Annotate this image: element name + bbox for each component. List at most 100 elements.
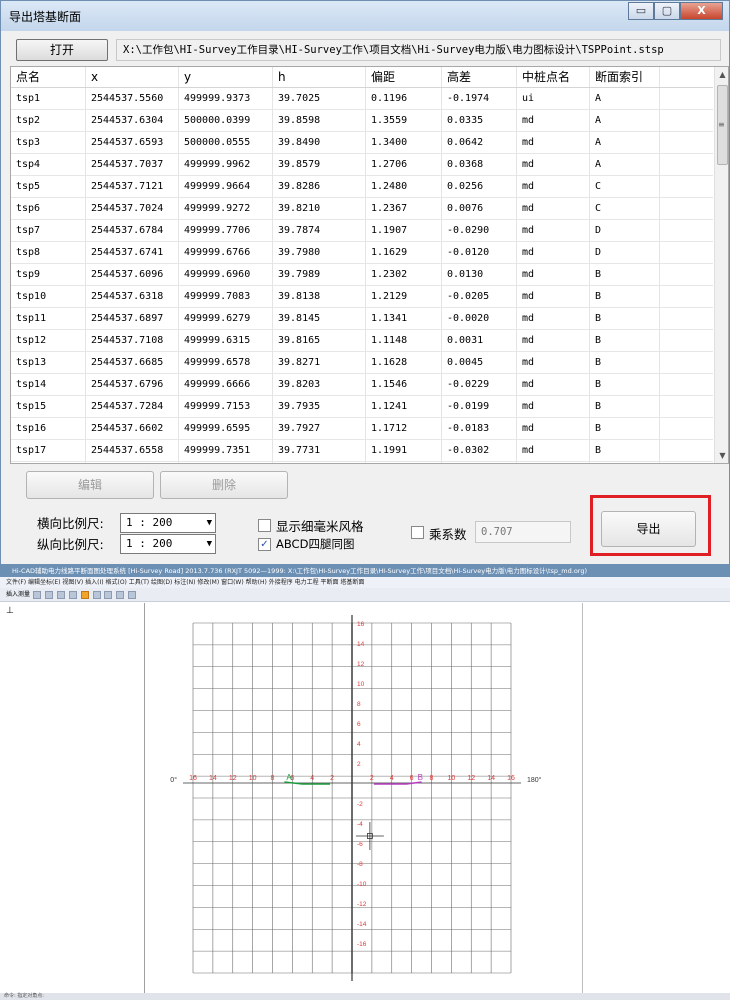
table-row[interactable]: tsp13 2544537.6685 499999.6578 39.8271 1.162… bbox=[11, 352, 713, 374]
column-header[interactable]: x bbox=[86, 67, 179, 87]
table-cell: md bbox=[517, 264, 590, 285]
x-tick-label: 8 bbox=[430, 775, 434, 782]
print-icon[interactable] bbox=[68, 591, 77, 599]
chevron-down-icon: ▼ bbox=[206, 539, 212, 549]
points-table[interactable]: 点名 x y h 偏距 高差 中桩点名 断面索引 tsp1 2544537.5560 499999… bbox=[10, 66, 729, 464]
cad-left-panel: ⊥ bbox=[0, 603, 145, 993]
table-cell: 499999.6666 bbox=[179, 374, 273, 395]
column-header[interactable]: 高差 bbox=[442, 67, 517, 87]
table-cell: md bbox=[517, 352, 590, 373]
open-button[interactable]: 打开 bbox=[16, 39, 108, 61]
save-icon[interactable] bbox=[56, 591, 65, 599]
table-cell: 500000.0399 bbox=[179, 110, 273, 131]
table-cell: 39.8210 bbox=[273, 198, 366, 219]
table-cell: 39.8145 bbox=[273, 308, 366, 329]
table-row[interactable]: tsp5 2544537.7121 499999.9664 39.8286 1.2480… bbox=[11, 176, 713, 198]
table-cell: 0.1196 bbox=[366, 88, 442, 109]
table-row[interactable]: tsp14 2544537.6796 499999.6666 39.8203 1.154… bbox=[11, 374, 713, 396]
table-row[interactable]: tsp3 2544537.6593 500000.0555 39.8490 1.3400… bbox=[11, 132, 713, 154]
column-header[interactable]: y bbox=[179, 67, 273, 87]
minimize-button[interactable]: ▭ bbox=[628, 2, 654, 20]
table-row[interactable]: tsp12 2544537.7108 499999.6315 39.8165 1.114… bbox=[11, 330, 713, 352]
table-cell: 1.1907 bbox=[366, 220, 442, 241]
export-tower-section-dialog: 导出塔基断面 ▭ ▢ X 打开 X:\工作包\HI-Survey工作目录\HI-… bbox=[0, 0, 730, 565]
table-cell: B bbox=[590, 440, 660, 461]
select-icon[interactable] bbox=[80, 591, 89, 599]
table-cell: -0.0020 bbox=[442, 308, 517, 329]
delete-button[interactable]: 删除 bbox=[160, 471, 288, 499]
edit-button[interactable]: 编辑 bbox=[26, 471, 154, 499]
column-header[interactable]: 偏距 bbox=[366, 67, 442, 87]
table-cell: 1.1550 bbox=[366, 462, 442, 463]
cad-menubar[interactable]: 文件(F) 编辑坐标(E) 视图(V) 插入(I) 格式(O) 工具(T) 绘图… bbox=[0, 577, 730, 588]
vertical-scale-select[interactable]: 1 : 200 ▼ bbox=[120, 534, 216, 554]
table-row[interactable]: tsp8 2544537.6741 499999.6766 39.7980 1.1629… bbox=[11, 242, 713, 264]
table-cell: 0.0130 bbox=[442, 264, 517, 285]
close-button[interactable]: X bbox=[680, 2, 723, 20]
column-header[interactable]: 点名 bbox=[11, 67, 86, 87]
table-cell: tsp15 bbox=[11, 396, 86, 417]
maximize-button[interactable]: ▢ bbox=[654, 2, 680, 20]
y-tick-label: -10 bbox=[357, 881, 367, 888]
table-cell: md bbox=[517, 330, 590, 351]
table-cell: 1.2367 bbox=[366, 198, 442, 219]
pin-icon[interactable]: ⊥ bbox=[6, 606, 14, 616]
open-file-icon[interactable] bbox=[44, 591, 53, 599]
column-header[interactable]: 中桩点名 bbox=[517, 67, 590, 87]
table-cell: B bbox=[590, 286, 660, 307]
table-row[interactable]: tsp182544537.6923499999.706039.78321.155… bbox=[11, 462, 713, 463]
table-row[interactable]: tsp16 2544537.6602 499999.6595 39.7927 1.171… bbox=[11, 418, 713, 440]
table-cell: 2544537.6784 bbox=[86, 220, 179, 241]
pan-icon[interactable] bbox=[104, 591, 113, 599]
horizontal-scale-select[interactable]: 1 : 200 ▼ bbox=[120, 513, 216, 533]
table-cell: 39.7731 bbox=[273, 440, 366, 461]
multiply-factor-label: 乘系数 bbox=[429, 527, 467, 542]
table-vertical-scrollbar[interactable]: ▲ ≡ ▼ bbox=[714, 67, 728, 463]
table-row[interactable]: tsp9 2544537.6096 499999.6960 39.7989 1.2302… bbox=[11, 264, 713, 286]
table-cell: 2544537.6741 bbox=[86, 242, 179, 263]
table-row[interactable]: tsp17 2544537.6558 499999.7351 39.7731 1.199… bbox=[11, 440, 713, 462]
cad-toolbar-label[interactable]: 插入测量 bbox=[6, 588, 30, 601]
table-cell: md bbox=[517, 440, 590, 461]
table-row[interactable]: tsp15 2544537.7284 499999.7153 39.7935 1.124… bbox=[11, 396, 713, 418]
multiply-factor-input[interactable]: 0.707 bbox=[475, 521, 571, 543]
y-tick-label: -4 bbox=[357, 821, 363, 828]
table-row[interactable]: tsp6 2544537.7024 499999.9272 39.8210 1.2367… bbox=[11, 198, 713, 220]
scroll-down-icon[interactable]: ▼ bbox=[715, 448, 728, 463]
cad-toolbar[interactable]: 插入测量 bbox=[0, 588, 730, 602]
table-row[interactable]: tsp7 2544537.6784 499999.7706 39.7874 1.1907… bbox=[11, 220, 713, 242]
export-button[interactable]: 导出 bbox=[601, 511, 696, 547]
show-mm-style-checkbox[interactable] bbox=[258, 519, 271, 532]
table-cell: 499999.6960 bbox=[179, 264, 273, 285]
table-cell: B bbox=[590, 396, 660, 417]
table-row[interactable]: tsp10 2544537.6318 499999.7083 39.8138 1.212… bbox=[11, 286, 713, 308]
table-row[interactable]: tsp4 2544537.7037 499999.9962 39.8579 1.2706… bbox=[11, 154, 713, 176]
abcd-same-plot-label: ABCD四腿同图 bbox=[276, 537, 355, 551]
table-cell: 2544537.7284 bbox=[86, 396, 179, 417]
table-cell: 499999.6315 bbox=[179, 330, 273, 351]
section-plot-area[interactable]: 16 14 12 10 8 6 4 2 2 4 6 8 10 12 14 16 16 14 12 10 8 6 4 2 -2 -4… bbox=[146, 603, 582, 993]
table-cell: md bbox=[517, 198, 590, 219]
table-cell: 1.1341 bbox=[366, 308, 442, 329]
column-header[interactable]: h bbox=[273, 67, 366, 87]
new-file-icon[interactable] bbox=[32, 591, 41, 599]
x-tick-label: 4 bbox=[390, 775, 394, 782]
multiply-factor-checkbox[interactable] bbox=[411, 526, 424, 539]
table-cell: 499999.6279 bbox=[179, 308, 273, 329]
zoom-extents-icon[interactable] bbox=[128, 591, 137, 599]
table-cell: tsp7 bbox=[11, 220, 86, 241]
x-tick-label: 6 bbox=[410, 775, 414, 782]
leg-label-a: A bbox=[286, 773, 292, 782]
abcd-same-plot-checkbox[interactable]: ✓ bbox=[258, 538, 271, 551]
table-cell: 0.0045 bbox=[442, 352, 517, 373]
table-cell: 39.8138 bbox=[273, 286, 366, 307]
file-path-field[interactable]: X:\工作包\HI-Survey工作目录\HI-Survey工作\项目文档\Hi… bbox=[116, 39, 721, 61]
zoom-window-icon[interactable] bbox=[116, 591, 125, 599]
table-row[interactable]: tsp2 2544537.6304 500000.0399 39.8598 1.3559… bbox=[11, 110, 713, 132]
scroll-up-icon[interactable]: ▲ bbox=[715, 67, 728, 82]
x-tick-label: 12 bbox=[467, 775, 475, 782]
table-row[interactable]: tsp11 2544537.6897 499999.6279 39.8145 1.134… bbox=[11, 308, 713, 330]
table-row[interactable]: tsp1 2544537.5560 499999.9373 39.7025 0.1196… bbox=[11, 88, 713, 110]
column-header[interactable]: 断面索引 bbox=[590, 67, 660, 87]
zoom-icon[interactable] bbox=[92, 591, 101, 599]
